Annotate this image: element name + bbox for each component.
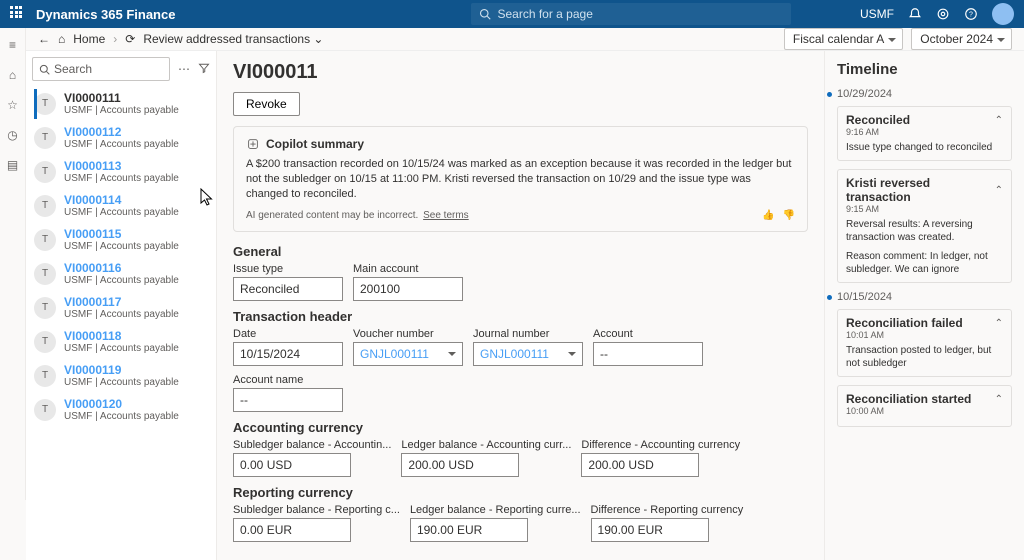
section-acct-curr: Accounting currency [233, 420, 808, 435]
item-badge: T [34, 229, 56, 251]
ledger-rep-field[interactable]: 190.00 EUR [410, 518, 528, 542]
app-title: Dynamics 365 Finance [36, 7, 175, 22]
home-crumb[interactable]: Home [73, 32, 105, 46]
thumbs-up-icon[interactable]: 👍 [762, 210, 774, 221]
chevron-up-icon: ⌃ [995, 318, 1003, 329]
diff-acc-field[interactable]: 200.00 USD [581, 453, 699, 477]
list-item[interactable]: TVI0000116USMF | Accounts payable [26, 257, 216, 291]
svg-text:?: ? [969, 12, 973, 19]
crumb-current[interactable]: Review addressed transactions ⌄ [143, 32, 323, 46]
breadcrumb-bar: ← ⌂ Home › ⟳ Review addressed transactio… [26, 28, 1024, 51]
section-trans-header: Transaction header [233, 309, 808, 324]
copilot-icon [246, 137, 260, 151]
notification-icon[interactable] [908, 7, 922, 21]
timeline-date: 10/15/2024 [837, 291, 1012, 303]
period-select[interactable]: October 2024 [911, 28, 1012, 50]
timeline-card[interactable]: Reconciled⌃ 9:16 AM Issue type changed t… [837, 106, 1012, 161]
favorite-icon[interactable]: ☆ [6, 98, 20, 112]
settings-icon[interactable] [936, 7, 950, 21]
subledger-acc-field[interactable]: 0.00 USD [233, 453, 351, 477]
back-icon[interactable]: ← [38, 32, 50, 46]
issue-type-field[interactable]: Reconciled [233, 277, 343, 301]
menu-icon[interactable]: ≡ [6, 38, 20, 52]
list-more-icon[interactable]: ⋯ [176, 62, 192, 76]
search-icon [39, 64, 50, 75]
list-search[interactable]: Search [32, 57, 170, 81]
modules-icon[interactable]: ▤ [6, 158, 20, 172]
recent-icon[interactable]: ◷ [6, 128, 20, 142]
main-account-field[interactable]: 200100 [353, 277, 463, 301]
avatar[interactable] [992, 3, 1014, 25]
list-item[interactable]: TVI0000117USMF | Accounts payable [26, 291, 216, 325]
refresh-icon[interactable]: ⟳ [125, 32, 135, 46]
diff-rep-field[interactable]: 190.00 EUR [591, 518, 709, 542]
item-badge: T [34, 331, 56, 353]
main-form: VI000011 Revoke Copilot summary A $200 t… [217, 51, 824, 560]
left-rail: ≡ ⌂ ☆ ◷ ▤ [0, 28, 26, 500]
item-badge: T [34, 399, 56, 421]
chevron-up-icon: ⌃ [995, 115, 1003, 126]
page-title: VI000011 [233, 61, 808, 84]
revoke-button[interactable]: Revoke [233, 92, 300, 116]
list-item[interactable]: TVI0000115USMF | Accounts payable [26, 223, 216, 257]
item-badge: T [34, 195, 56, 217]
timeline-card[interactable]: Reconciliation failed⌃ 10:01 AM Transact… [837, 309, 1012, 377]
section-general: General [233, 244, 808, 259]
home-icon[interactable]: ⌂ [6, 68, 20, 82]
list-item[interactable]: TVI0000113USMF | Accounts payable [26, 155, 216, 189]
account-field[interactable]: -- [593, 342, 703, 366]
subledger-rep-field[interactable]: 0.00 EUR [233, 518, 351, 542]
global-search[interactable]: Search for a page [471, 3, 791, 25]
list-item[interactable]: TVI0000118USMF | Accounts payable [26, 325, 216, 359]
section-rep-curr: Reporting currency [233, 485, 808, 500]
timeline-date: 10/29/2024 [837, 88, 1012, 100]
search-icon [479, 8, 491, 20]
list-item[interactable]: TVI0000111USMF | Accounts payable [26, 87, 216, 121]
voucher-field[interactable]: GNJL000111 [353, 342, 463, 366]
date-field[interactable]: 10/15/2024 [233, 342, 343, 366]
record-list: Search ⋯ TVI0000111USMF | Accounts payab… [26, 51, 217, 560]
item-badge: T [34, 127, 56, 149]
chevron-up-icon: ⌃ [995, 185, 1003, 196]
item-badge: T [34, 365, 56, 387]
company-label[interactable]: USMF [860, 7, 894, 21]
item-badge: T [34, 297, 56, 319]
ledger-acc-field[interactable]: 200.00 USD [401, 453, 519, 477]
app-topbar: Dynamics 365 Finance Search for a page U… [0, 0, 1024, 28]
help-icon[interactable]: ? [964, 7, 978, 21]
app-launcher-icon[interactable] [10, 6, 26, 22]
list-item[interactable]: TVI0000120USMF | Accounts payable [26, 393, 216, 427]
timeline-title: Timeline [837, 61, 1012, 78]
journal-field[interactable]: GNJL000111 [473, 342, 583, 366]
see-terms-link[interactable]: See terms [423, 210, 469, 221]
timeline-pane: Timeline 10/29/2024 Reconciled⌃ 9:16 AM … [824, 51, 1024, 560]
fiscal-calendar-select[interactable]: Fiscal calendar A [784, 28, 903, 50]
home-crumb-icon[interactable]: ⌂ [58, 32, 65, 46]
list-item[interactable]: TVI0000119USMF | Accounts payable [26, 359, 216, 393]
copilot-summary: Copilot summary A $200 transaction recor… [233, 126, 808, 232]
timeline-card[interactable]: Reconciliation started⌃ 10:00 AM [837, 385, 1012, 427]
item-badge: T [34, 263, 56, 285]
item-badge: T [34, 161, 56, 183]
thumbs-down-icon[interactable]: 👎 [783, 210, 795, 221]
list-item[interactable]: TVI0000114USMF | Accounts payable [26, 189, 216, 223]
account-name-field[interactable]: -- [233, 388, 343, 412]
item-badge: T [34, 93, 56, 115]
list-item[interactable]: TVI0000112USMF | Accounts payable [26, 121, 216, 155]
filter-icon[interactable] [198, 62, 210, 77]
timeline-card[interactable]: Kristi reversed transaction⌃ 9:15 AM Rev… [837, 169, 1012, 283]
chevron-up-icon: ⌃ [995, 394, 1003, 405]
